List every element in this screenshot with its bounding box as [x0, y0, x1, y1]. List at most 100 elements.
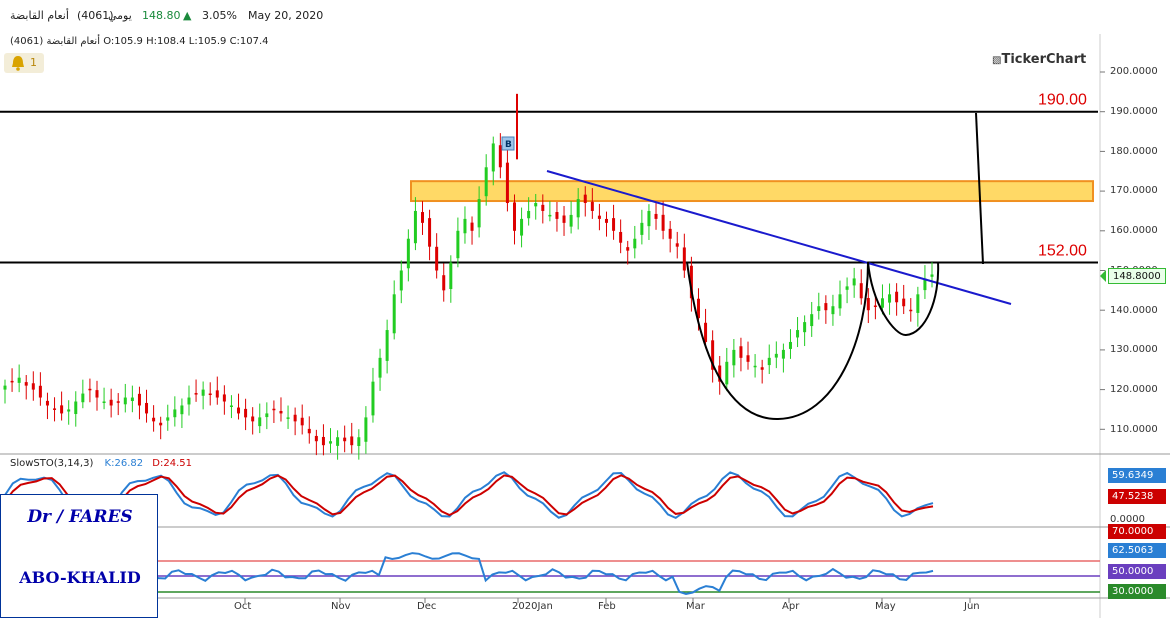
candle-body: [491, 143, 495, 172]
candle-body: [562, 215, 566, 223]
candle-body: [215, 390, 219, 398]
x-label: Jun: [964, 601, 980, 612]
osc-mid-tag: 50.0000: [1108, 564, 1166, 579]
signature-subname: ABO-KHALID: [19, 568, 141, 587]
candle-body: [619, 231, 623, 243]
candle-body: [852, 278, 856, 286]
candle-body: [668, 228, 672, 239]
ohlc-readout: (4061) أنعام القابضة O:105.9 H:108.4 L:1…: [10, 36, 269, 47]
candle-body: [307, 428, 311, 434]
alerts-button[interactable]: 1: [4, 53, 44, 73]
x-label: Mar: [686, 601, 705, 612]
candle-body: [279, 410, 283, 414]
candle-body: [880, 298, 884, 308]
candle-body: [123, 397, 127, 405]
ohlc-high: H:108.4: [146, 36, 186, 47]
candle-body: [237, 407, 241, 414]
candle-body: [909, 309, 913, 312]
candle-body: [746, 355, 750, 362]
candle-body: [38, 385, 42, 398]
stochastic-title: SlowSTO(3,14,3) K:26.82 D:24.51: [10, 458, 192, 469]
candle-body: [930, 274, 934, 277]
candle-body: [145, 402, 149, 414]
candle-body: [576, 199, 580, 218]
candle-body: [824, 303, 828, 311]
candle-body: [569, 214, 573, 227]
candle-body: [767, 357, 771, 366]
candle-body: [166, 417, 170, 421]
candle-body: [505, 162, 509, 204]
price-chart[interactable]: 190.00 152.00 B: [0, 0, 1170, 618]
candle-body: [520, 218, 524, 236]
candle-body: [760, 367, 764, 370]
ohlc-symbol: (4061) أنعام القابضة: [10, 36, 100, 47]
candle-body: [583, 194, 587, 204]
x-label: 2020Jan: [512, 601, 553, 612]
candle-body: [102, 401, 106, 404]
candle-body: [654, 213, 658, 219]
candle-body: [208, 393, 212, 396]
ohlc-close: C:107.4: [229, 36, 269, 47]
candle-body: [512, 202, 516, 231]
candle-body: [329, 441, 333, 444]
candle-body: [597, 215, 601, 219]
ohlc-low: L:105.9: [188, 36, 227, 47]
stochastic-k-tag: 59.6349: [1108, 468, 1166, 483]
candle-body: [159, 422, 163, 426]
candle-body: [399, 270, 403, 291]
candle-body: [272, 408, 276, 411]
candle-body: [803, 322, 807, 333]
candle-body: [3, 385, 7, 390]
candle-body: [314, 435, 318, 442]
x-label: Feb: [598, 601, 616, 612]
signature-box: Dr / FARES ABO-KHALID: [0, 494, 158, 618]
candle-body: [661, 214, 665, 231]
candle-body: [682, 247, 686, 271]
resistance-zone: [410, 180, 1094, 203]
y-tick: 190.0000: [1110, 106, 1158, 117]
candle-body: [484, 167, 488, 197]
candle-body: [251, 416, 255, 422]
y-tick: 170.0000: [1110, 185, 1158, 196]
y-tick: 180.0000: [1110, 146, 1158, 157]
candle-body: [916, 294, 920, 313]
candle-body: [10, 380, 14, 383]
candle-body: [45, 400, 49, 406]
candle-body: [343, 437, 347, 442]
osc-upper-tag: 70.0000: [1108, 524, 1166, 539]
candle-body: [781, 349, 785, 359]
candle-body: [222, 394, 226, 402]
candle-body: [258, 417, 262, 427]
candle-body: [88, 388, 92, 391]
candle-body: [244, 408, 248, 418]
candle-body: [109, 399, 113, 406]
candle-body: [604, 218, 608, 223]
candle-body: [704, 322, 708, 342]
candle-body: [895, 291, 899, 303]
candle-body: [725, 361, 729, 385]
candle-body: [406, 238, 410, 269]
candle-body: [229, 405, 233, 407]
candle-body: [796, 330, 800, 338]
candle-body: [477, 199, 481, 228]
y-tick: 200.0000: [1110, 66, 1158, 77]
candle-body: [201, 389, 205, 396]
candle-body: [81, 393, 85, 403]
candle-body: [866, 298, 870, 311]
candle-body: [788, 341, 792, 349]
candle-body: [357, 437, 361, 447]
candle-body: [753, 365, 757, 368]
candle-body: [527, 210, 531, 219]
level-label: 152.00: [1038, 243, 1087, 260]
candle-body: [74, 401, 78, 415]
candle-body: [435, 246, 439, 271]
chart-frame: [0, 34, 1170, 618]
candle-body: [180, 405, 184, 415]
candle-body: [53, 408, 57, 410]
last-price-arrow: [1100, 270, 1106, 282]
y-tick: 160.0000: [1110, 225, 1158, 236]
candle-body: [873, 305, 877, 308]
candle-body: [626, 247, 630, 251]
stochastic-d-label: D:24.51: [152, 458, 192, 469]
candle-body: [498, 145, 502, 168]
